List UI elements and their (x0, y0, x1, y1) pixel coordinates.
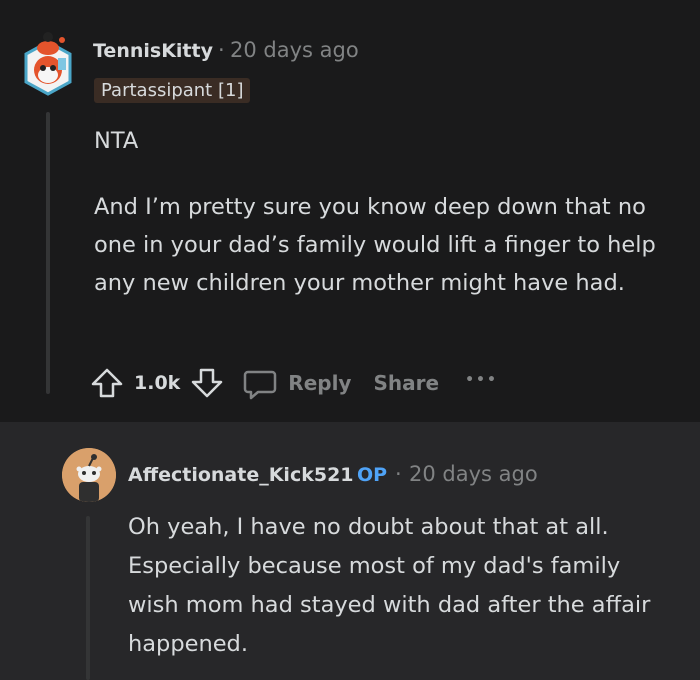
comment-paragraph-1: NTA (94, 128, 139, 154)
user-flair: Partassipant [1] (94, 78, 251, 103)
reply-button[interactable]: Reply (288, 371, 351, 395)
thread-line[interactable] (46, 112, 50, 394)
reply-separator: · (395, 462, 402, 486)
comment-reply: Affectionate_Kick521 OP · 20 days ago Oh… (0, 422, 700, 680)
comment-separator: · (218, 38, 225, 62)
snoo-avatar-icon (24, 32, 72, 96)
comment-paragraph-2: And I’m pretty sure you know deep down t… (94, 194, 656, 296)
reply-text: Oh yeah, I have no doubt about that at a… (128, 514, 651, 657)
user-avatar[interactable] (22, 28, 74, 100)
vote-count: 1.0k (134, 372, 181, 394)
speech-bubble-icon[interactable] (242, 365, 278, 401)
reply-avatar[interactable] (62, 448, 116, 502)
upvote-arrow-icon[interactable] (90, 366, 124, 400)
reply-thread-line[interactable] (86, 516, 90, 680)
comment-top: TennisKitty · 20 days ago Partassipant [… (0, 0, 700, 422)
op-badge: OP (357, 464, 388, 486)
more-dots-icon[interactable]: ••• (465, 372, 498, 388)
reply-author[interactable]: Affectionate_Kick521 (128, 464, 354, 486)
comment-time[interactable]: 20 days ago (230, 38, 359, 62)
comment-actions: 1.0k Reply Share ••• (90, 366, 498, 400)
comment-author[interactable]: TennisKitty (93, 40, 213, 62)
reply-time[interactable]: 20 days ago (409, 462, 538, 486)
snoo-avatar-icon (62, 448, 116, 502)
downvote-arrow-icon[interactable] (190, 366, 224, 400)
share-button[interactable]: Share (373, 371, 439, 395)
